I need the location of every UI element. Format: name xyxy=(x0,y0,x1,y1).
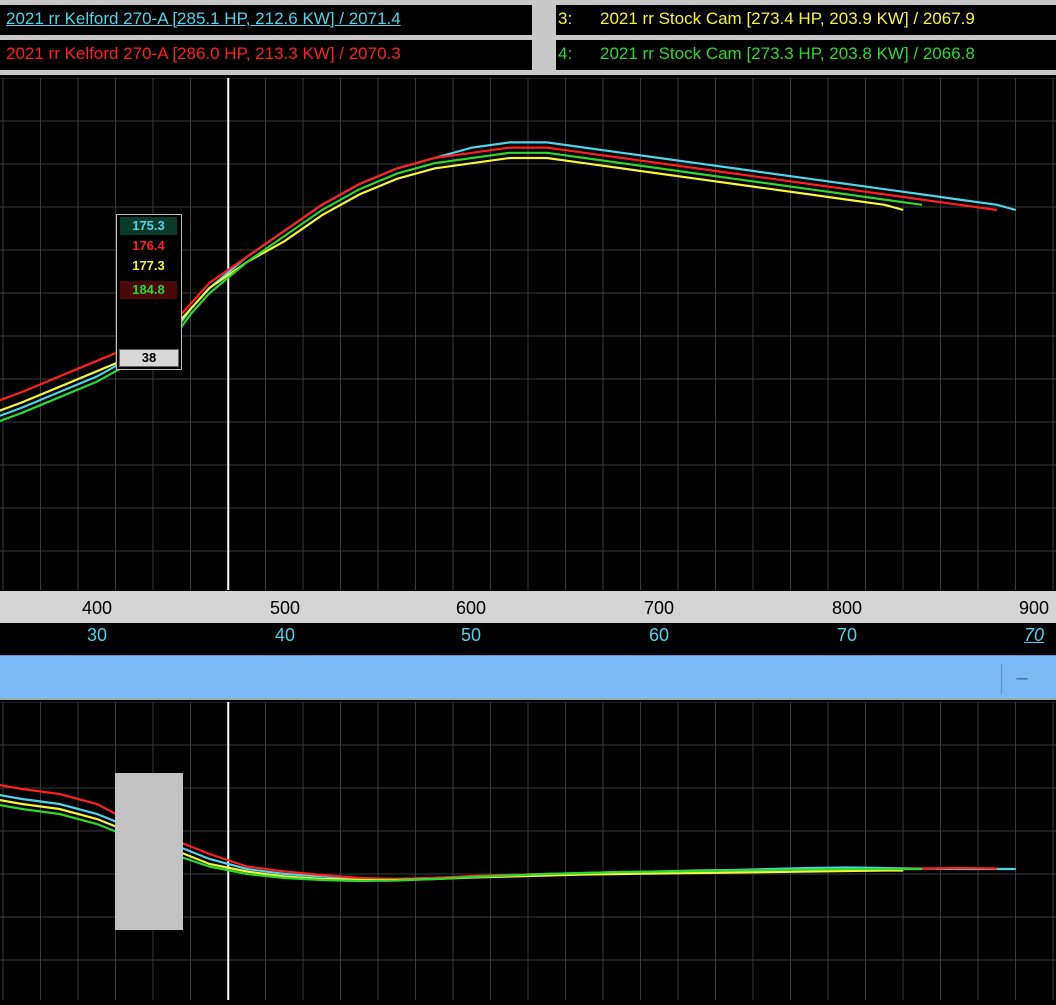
overlay-block xyxy=(115,773,183,930)
x-tick-label: 700 xyxy=(643,598,675,618)
legend-label-4: 2021 rr Stock Cam [273.3 HP, 203.8 KW] /… xyxy=(600,44,975,63)
readout-value-1: 175.3 xyxy=(120,217,177,235)
x-tick-label-secondary: 70 xyxy=(836,625,858,645)
readout-value-4: 184.8 xyxy=(120,281,177,299)
x-tick-label-secondary: 40 xyxy=(274,625,296,645)
readout-value-2: 176.4 xyxy=(132,238,165,253)
legend-item-4[interactable]: 4: 2021 rr Stock Cam [273.3 HP, 203.8 KW… xyxy=(556,40,1056,70)
legend-label-3: 2021 rr Stock Cam [273.4 HP, 203.9 KW] /… xyxy=(600,9,975,28)
x-tick-label: 800 xyxy=(831,598,863,618)
x-tick-label: 600 xyxy=(455,598,487,618)
readout-index: 38 xyxy=(119,349,179,367)
x-tick-label: 400 xyxy=(81,598,113,618)
x-axis-secondary: 30 40 50 60 70 70 xyxy=(0,623,1056,655)
panel-splitter-bar[interactable]: – xyxy=(0,655,1056,700)
legend-item-2[interactable]: 2021 rr Kelford 270-A [286.0 HP, 213.3 K… xyxy=(0,40,532,70)
x-tick-label: 900 xyxy=(1018,598,1050,618)
x-tick-label-secondary: 50 xyxy=(460,625,482,645)
x-tick-label: 500 xyxy=(269,598,301,618)
legend-index-4: 4: xyxy=(558,44,573,63)
legend-label-1: 2021 rr Kelford 270-A [285.1 HP, 212.6 K… xyxy=(6,9,401,28)
legend-bar: 2021 rr Kelford 270-A [285.1 HP, 212.6 K… xyxy=(0,0,1056,75)
x-axis-primary: 400 500 600 700 800 900 xyxy=(0,591,1056,623)
x-tick-label-secondary: 30 xyxy=(86,625,108,645)
x-tick-label-secondary: 60 xyxy=(648,625,670,645)
legend-label-2: 2021 rr Kelford 270-A [286.0 HP, 213.3 K… xyxy=(6,44,401,63)
x-tick-label-secondary: 70 xyxy=(1023,625,1045,645)
cursor-readout: 175.3 176.4 177.3 184.8 38 xyxy=(116,214,182,370)
readout-value-3: 177.3 xyxy=(132,258,165,273)
legend-item-1[interactable]: 2021 rr Kelford 270-A [285.1 HP, 212.6 K… xyxy=(0,5,532,35)
collapse-button[interactable]: – xyxy=(1001,664,1042,694)
legend-index-3: 3: xyxy=(558,9,573,28)
legend-item-3[interactable]: 3: 2021 rr Stock Cam [273.4 HP, 203.9 KW… xyxy=(556,5,1056,35)
